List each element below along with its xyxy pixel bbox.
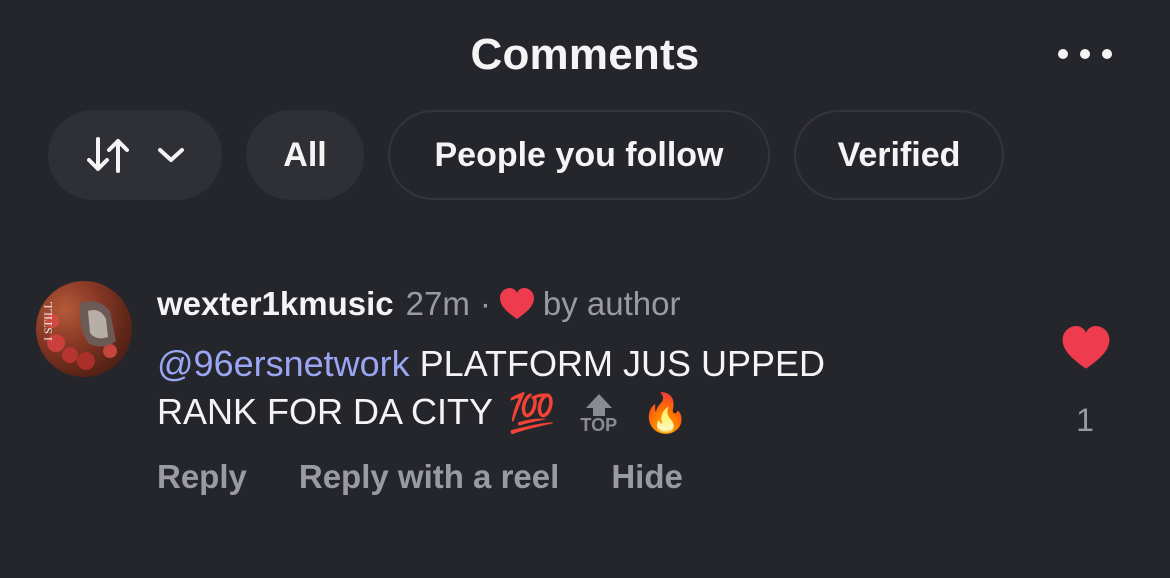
comment-actions: Reply Reply with a reel Hide [157,458,683,496]
comment-text: @96ersnetwork PLATFORM JUS UPPED RANK FO… [157,340,977,438]
more-icon[interactable] [1058,42,1112,66]
svg-text:I STILL: I STILL [41,301,55,341]
timestamp: 27m [405,285,470,322]
separator: · [479,285,491,322]
comment-header: wexter1kmusic 27m · by author [157,284,680,324]
comment-text-line1: PLATFORM JUS UPPED [409,343,826,384]
mention-link[interactable]: @96ersnetwork [157,343,410,384]
header: Comments [0,0,1170,118]
hundred-emoji: 💯 [508,393,556,436]
sort-icon [87,137,129,173]
heart-icon [499,288,534,319]
avatar[interactable]: I STILL [36,281,132,377]
reply-with-reel-button[interactable]: Reply with a reel [299,458,559,496]
filter-people-you-follow[interactable]: People you follow [388,110,770,200]
chevron-down-icon [158,148,184,162]
liked-by-author: by author [542,285,681,322]
filter-all[interactable]: All [246,110,364,200]
like-count: 1 [1076,402,1094,438]
reply-button[interactable]: Reply [157,458,247,496]
like-button[interactable] [1061,326,1111,375]
hide-button[interactable]: Hide [611,458,683,496]
top-label: TOP [580,415,618,436]
sort-button[interactable] [48,110,222,200]
heart-icon [1062,326,1110,369]
fire-emoji: 🔥 [641,393,690,436]
username[interactable]: wexter1kmusic [157,285,394,323]
page-title: Comments [470,30,700,79]
filter-verified[interactable]: Verified [794,110,1004,200]
top-arrow-icon: TOP [576,392,622,436]
comment-text-line2: RANK FOR DA CITY [157,391,493,432]
